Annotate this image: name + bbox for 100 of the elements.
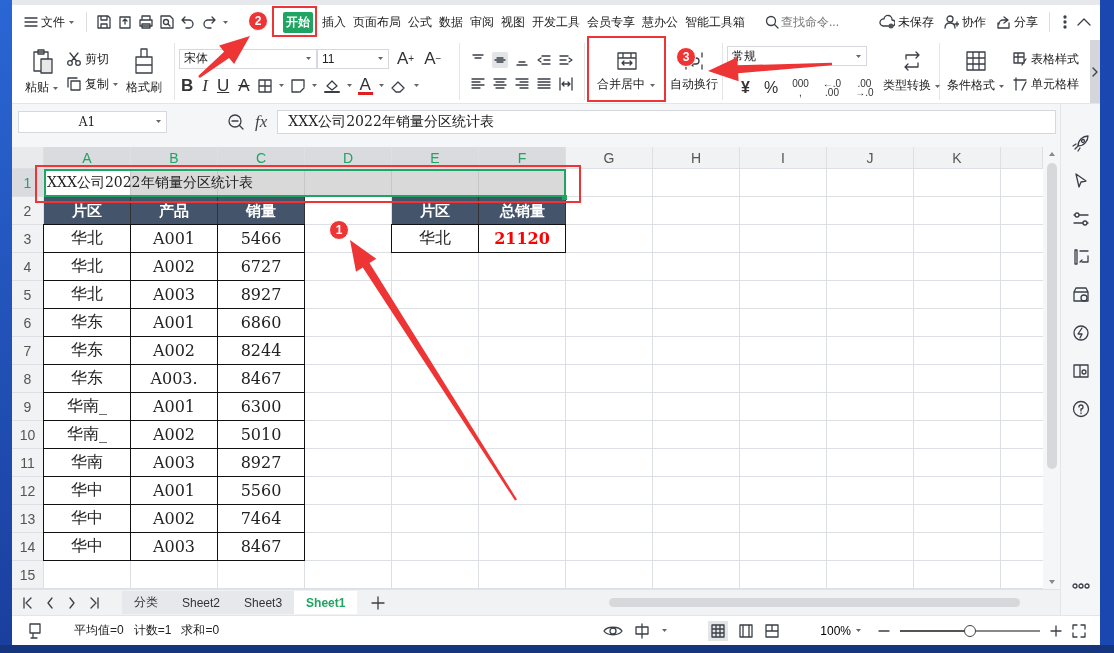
horizontal-scrollbar[interactable] — [609, 598, 1020, 608]
sheet-tab[interactable]: Sheet3 — [232, 591, 295, 615]
decimal-button[interactable]: .00 →.0 — [853, 79, 876, 97]
fullscreen-icon[interactable] — [1072, 623, 1086, 638]
shop-icon[interactable] — [1071, 286, 1090, 304]
row-header[interactable]: 15 — [12, 561, 44, 590]
column-header[interactable]: J — [827, 147, 914, 170]
preview-icon[interactable] — [159, 14, 175, 30]
page-break-icon[interactable] — [764, 622, 781, 639]
cloud-button[interactable]: 未保存 — [877, 11, 936, 33]
ribbon-tab[interactable]: 插入 — [319, 11, 349, 33]
function-button[interactable]: fx — [255, 111, 268, 132]
row-header[interactable]: 5 — [12, 281, 44, 310]
ribbon-tab[interactable]: 会员专享 — [584, 11, 638, 33]
row-header[interactable]: 6 — [12, 309, 44, 338]
collab-button[interactable]: 协作 — [941, 11, 988, 33]
shrink-font-button[interactable]: A− — [422, 49, 444, 68]
last-sheet-icon[interactable] — [90, 596, 100, 609]
slider-thumb[interactable] — [964, 624, 976, 637]
sheet-tab[interactable]: 分类 — [122, 591, 170, 615]
save-icon[interactable] — [96, 14, 112, 30]
normal-view-icon[interactable] — [710, 622, 727, 639]
undo-icon[interactable] — [180, 14, 196, 30]
scrollbar-thumb[interactable] — [1046, 163, 1057, 470]
ribbon-tab[interactable]: 页面布局 — [350, 11, 404, 33]
type-convert-button[interactable]: 类型转换 — [879, 47, 944, 96]
number-format-dropdown[interactable]: 常规 — [727, 46, 867, 66]
row-header[interactable]: 8 — [12, 365, 44, 394]
macro-icon[interactable] — [26, 621, 44, 640]
italic-button[interactable]: I — [200, 76, 210, 95]
scroll-up-icon[interactable] — [1047, 151, 1056, 158]
book-search-icon[interactable] — [1071, 362, 1090, 380]
copy-button[interactable]: 复制 — [66, 75, 120, 93]
format-painter-button[interactable]: 格式刷 — [123, 45, 166, 98]
zoom-in-icon[interactable] — [1050, 624, 1062, 637]
grow-font-button[interactable]: A+ — [395, 49, 417, 68]
share-button[interactable]: 分享 — [993, 11, 1040, 33]
sliders-icon[interactable] — [1071, 210, 1090, 228]
help-icon[interactable] — [1071, 400, 1090, 418]
thousands-button[interactable]: 000 , — [790, 79, 811, 97]
rocket-icon[interactable] — [1071, 134, 1090, 152]
ribbon-tab[interactable]: 慧办公 — [639, 11, 681, 33]
row-header[interactable]: 14 — [12, 533, 44, 562]
next-sheet-icon[interactable] — [68, 596, 76, 609]
align-center-icon[interactable] — [492, 75, 508, 92]
export-icon[interactable] — [117, 14, 133, 30]
collapse-icon[interactable] — [1076, 16, 1092, 28]
strike-button[interactable]: A — [236, 76, 252, 95]
table-style-button[interactable]: 表格样式 — [1012, 50, 1080, 68]
ribbon-tab[interactable]: 公式 — [405, 11, 435, 33]
zoom-level-button[interactable]: 100% — [814, 622, 868, 639]
column-header[interactable]: H — [653, 147, 740, 170]
align-right-icon[interactable] — [514, 75, 530, 92]
conditional-format-button[interactable]: 条件格式 — [944, 47, 1009, 96]
print-icon[interactable] — [138, 14, 154, 30]
ribbon-tab[interactable]: 审阅 — [467, 11, 497, 33]
cut-button[interactable]: 剪切 — [66, 50, 120, 68]
select-all-corner[interactable] — [12, 147, 44, 170]
crosshair-icon[interactable] — [633, 622, 652, 639]
ribbon-tab[interactable]: 开发工具 — [529, 11, 583, 33]
bold-button[interactable]: B — [179, 76, 196, 95]
row-header[interactable]: 2 — [12, 197, 44, 226]
column-header[interactable]: I — [740, 147, 827, 170]
underline-button[interactable]: U — [214, 76, 232, 95]
file-menu[interactable]: 文件 — [22, 11, 77, 33]
column-header[interactable]: G — [566, 147, 653, 170]
lightning-icon[interactable] — [1071, 324, 1090, 342]
first-sheet-icon[interactable] — [22, 596, 32, 609]
distribute-icon[interactable] — [558, 75, 574, 92]
ribbon-tab[interactable]: 数据 — [436, 11, 466, 33]
row-header[interactable]: 9 — [12, 393, 44, 422]
row-header[interactable]: 13 — [12, 505, 44, 534]
add-sheet-icon[interactable] — [371, 595, 386, 610]
currency-button[interactable]: ¥ — [739, 79, 752, 97]
page-view-icon[interactable] — [738, 622, 755, 639]
scroll-down-icon[interactable] — [1047, 579, 1056, 586]
merge-center-button[interactable]: 合并居中 — [588, 48, 665, 95]
formula-field[interactable]: XXX公司2022年销量分区统计表 — [277, 109, 1056, 134]
prev-sheet-icon[interactable] — [46, 596, 54, 609]
cell-format-icon[interactable] — [289, 77, 306, 94]
ribbon-tab[interactable]: 智能工具箱 — [682, 11, 748, 33]
paste-button[interactable]: 粘贴 — [22, 45, 63, 98]
row-header[interactable]: 4 — [12, 253, 44, 282]
row-header[interactable]: 10 — [12, 421, 44, 450]
row-header[interactable]: 7 — [12, 337, 44, 366]
justify-icon[interactable] — [536, 75, 552, 92]
cell-style-button[interactable]: 单元格样 — [1012, 75, 1080, 93]
ribbon-tab[interactable]: 视图 — [498, 11, 528, 33]
row-header[interactable]: 11 — [12, 449, 44, 478]
zoom-icon[interactable] — [227, 112, 245, 131]
transform-icon[interactable] — [1071, 248, 1090, 266]
name-box[interactable]: A1 — [18, 110, 167, 133]
decimal-button[interactable]: ←.0 .00 — [820, 79, 844, 97]
sheet-tab[interactable]: Sheet2 — [170, 591, 233, 615]
redo-icon[interactable] — [201, 14, 217, 30]
font-color-button[interactable]: A — [357, 76, 373, 95]
align-left-icon[interactable] — [470, 75, 486, 92]
row-header[interactable]: 3 — [12, 225, 44, 254]
percent-button[interactable]: % — [761, 79, 781, 97]
font-size-dropdown[interactable]: 11 — [317, 48, 389, 69]
